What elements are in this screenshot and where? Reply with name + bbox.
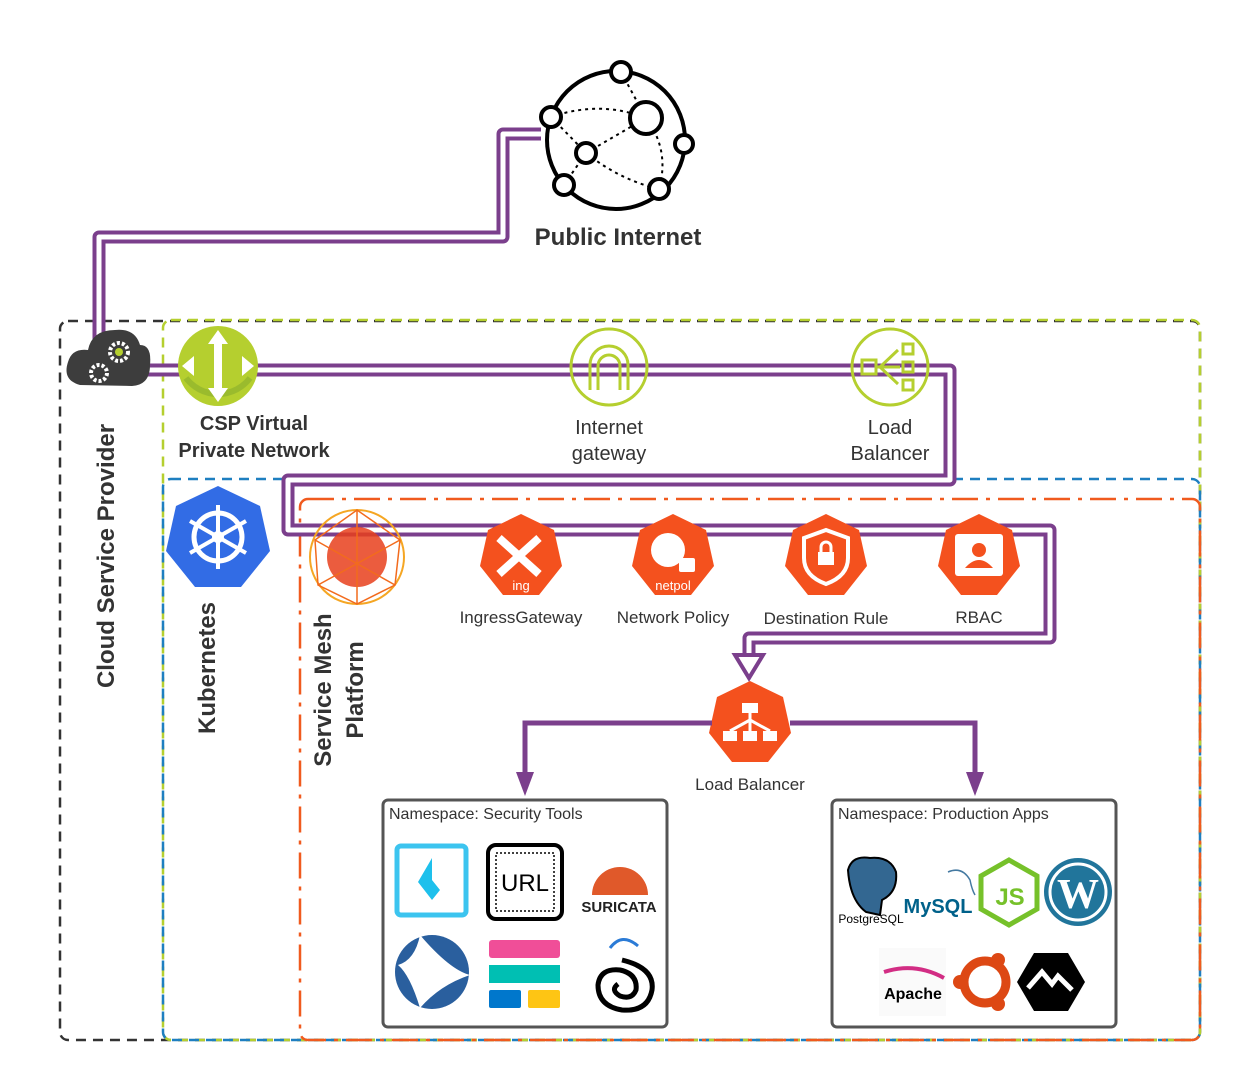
network-policy-badge: netpol [655, 578, 691, 593]
mesh-sphere-icon [309, 509, 405, 605]
flow-arrowhead [731, 653, 767, 682]
service-mesh-label-line1: Service Mesh [310, 613, 337, 766]
ingress-label: IngressGateway [460, 608, 583, 627]
apache-icon-text: Apache [884, 986, 942, 1003]
cloud-gears-icon [66, 329, 151, 386]
kubernetes-helm-icon [166, 486, 270, 587]
network-policy-label: Network Policy [617, 608, 730, 627]
load-balancer-tree-icon [709, 681, 791, 762]
vpc-load-balancer-label-line2: Balancer [851, 443, 930, 465]
internet-gateway-label-line1: Internet [575, 417, 643, 439]
ingress-badge: ing [512, 578, 529, 593]
mesh-load-balancer-label: Load Balancer [695, 775, 805, 794]
suricata-icon-text: SURICATA [581, 899, 656, 916]
apache-icon: Apache [879, 948, 946, 1016]
mysql-icon-text: MySQL [904, 896, 973, 918]
arrowhead-production [966, 772, 984, 796]
arrowhead-security [516, 772, 534, 796]
architecture-diagram: Public Internet Cloud Service Provider C… [58, 60, 1202, 1042]
url-icon-text: URL [501, 870, 549, 897]
service-mesh-label-line2: Platform [342, 641, 369, 738]
csp-label: Cloud Service Provider [93, 424, 120, 688]
router-icon [178, 326, 258, 406]
vpc-load-balancer-label-line1: Load [868, 417, 913, 439]
wordpress-glyph: W [1057, 872, 1099, 918]
internet-gateway-label-line2: gateway [572, 443, 647, 465]
namespace-production-title: Namespace: Production Apps [838, 806, 1049, 823]
postgresql-icon-text: PostgreSQL [838, 912, 904, 926]
vpn-label-line2: Private Network [178, 440, 330, 462]
public-internet-label: Public Internet [535, 224, 702, 251]
globe-network-icon [539, 60, 695, 211]
nodejs-icon-text: JS [995, 884, 1024, 911]
rbac-label: RBAC [955, 608, 1002, 627]
destination-rule-label: Destination Rule [764, 609, 889, 628]
kubernetes-label: Kubernetes [194, 602, 221, 734]
wordpress-icon: W [1044, 858, 1112, 926]
namespace-security-title: Namespace: Security Tools [389, 806, 583, 823]
vpn-label-line1: CSP Virtual [200, 413, 308, 435]
